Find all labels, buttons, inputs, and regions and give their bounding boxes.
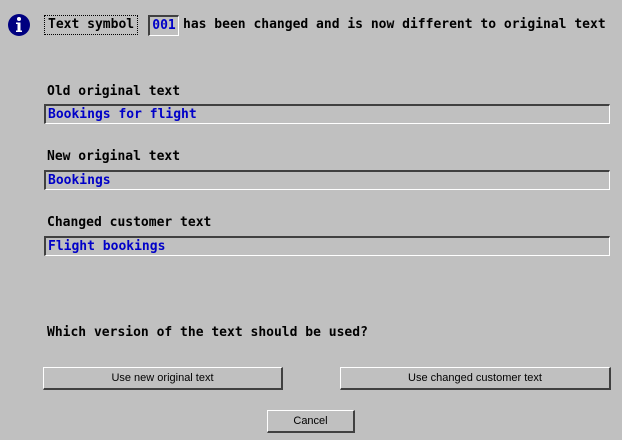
question-text: Which version of the text should be used… [47, 325, 368, 340]
info-icon [8, 14, 30, 36]
use-changed-customer-button[interactable]: Use changed customer text [340, 367, 611, 390]
changed-customer-field: Flight bookings [44, 236, 610, 256]
new-original-field: Bookings [44, 170, 610, 190]
old-original-label: Old original text [47, 84, 181, 99]
old-original-field: Bookings for flight [44, 104, 610, 124]
changed-customer-label: Changed customer text [47, 215, 212, 230]
change-message: has been changed and is now different to… [183, 17, 606, 32]
use-new-original-button[interactable]: Use new original text [43, 367, 283, 390]
text-symbol-label: Text symbol [44, 15, 139, 35]
cancel-button[interactable]: Cancel [267, 410, 355, 433]
new-original-label: New original text [47, 149, 181, 164]
text-symbol-value: 001 [148, 15, 179, 36]
